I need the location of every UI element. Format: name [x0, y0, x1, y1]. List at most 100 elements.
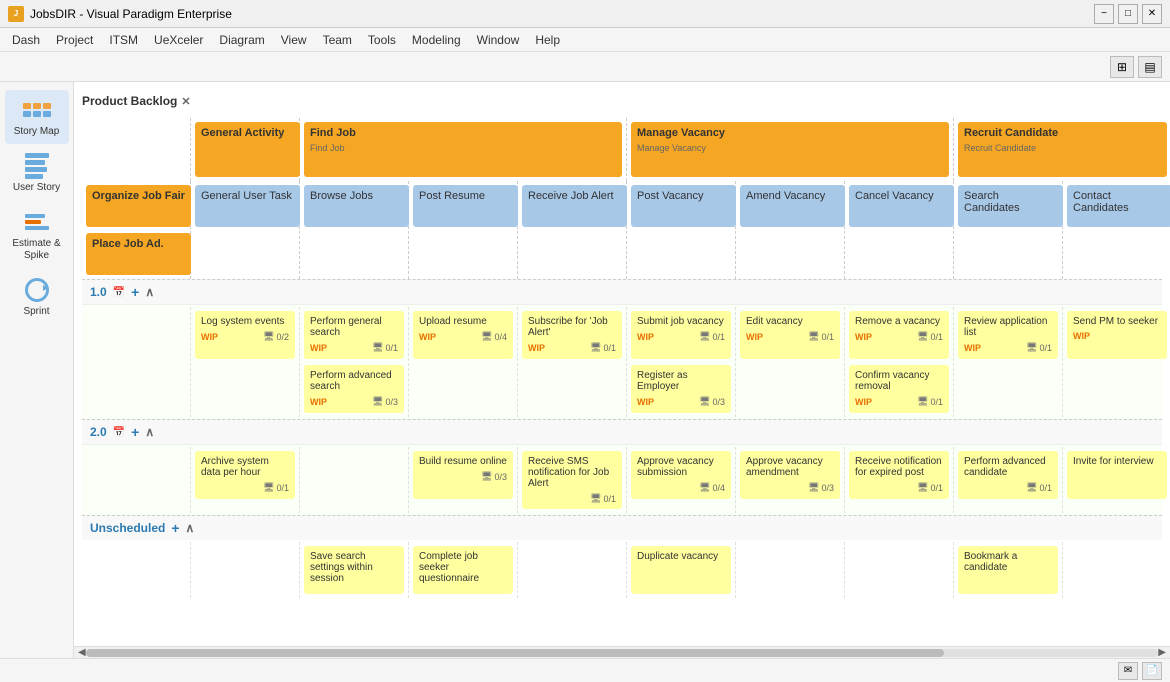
- sprint-1-add-btn[interactable]: +: [131, 284, 139, 300]
- epic-general-activity[interactable]: General Activity: [195, 122, 300, 177]
- menu-window[interactable]: Window: [469, 31, 528, 49]
- epic-place-job-ad[interactable]: Place Job Ad.: [86, 233, 191, 275]
- close-button[interactable]: ✕: [1142, 4, 1162, 24]
- scroll-track[interactable]: [86, 649, 1159, 657]
- sprint-1-label: 1.0: [90, 285, 107, 299]
- toolbar-panel-btn[interactable]: ▤: [1138, 56, 1162, 78]
- menu-tools[interactable]: Tools: [360, 31, 404, 49]
- minimize-button[interactable]: −: [1094, 4, 1114, 24]
- statusbar-doc-btn[interactable]: 📄: [1142, 662, 1162, 680]
- horizontal-scrollbar[interactable]: ◀ ▶: [74, 646, 1170, 658]
- backlog-close-btn[interactable]: ✕: [181, 95, 190, 108]
- menu-project[interactable]: Project: [48, 31, 101, 49]
- story-perform-general-search[interactable]: Perform general search WIP 🖥0/1: [304, 311, 404, 359]
- sprint-2-add-btn[interactable]: +: [131, 424, 139, 440]
- story-confirm-vacancy-removal[interactable]: Confirm vacancy removal WIP 🖥0/1: [849, 365, 949, 413]
- feature-contact-candidates[interactable]: Contact Candidates: [1067, 185, 1170, 227]
- sprint-1-stories: Log system events WIP 🖥 0/2: [82, 305, 1162, 419]
- sidebar-label-user-story: User Story: [13, 182, 60, 194]
- epic-recruit-candidate[interactable]: Recruit Candidate Recruit Candidate: [958, 122, 1167, 177]
- scroll-right-btn[interactable]: ▶: [1158, 647, 1166, 658]
- sprint-1-collapse-btn[interactable]: ∧: [145, 285, 154, 299]
- story-perform-advanced-search[interactable]: Perform advanced search WIP 🖥0/3: [304, 365, 404, 413]
- unscheduled-collapse-btn[interactable]: ∧: [186, 521, 195, 535]
- unscheduled-col-3: Complete job seeker questionnaire: [409, 542, 518, 598]
- scroll-thumb[interactable]: [86, 649, 944, 657]
- menu-uexceler[interactable]: UeXceler: [146, 31, 211, 49]
- unscheduled-col-1: [191, 542, 300, 598]
- feature-browse-jobs[interactable]: Browse Jobs: [304, 185, 409, 227]
- story-receive-sms-notification[interactable]: Receive SMS notification for Job Alert 🖥…: [522, 451, 622, 509]
- sprint-1-col-5: Submit job vacancy WIP 🖥0/1 Register as …: [627, 307, 736, 417]
- sprint-2-label: 2.0: [90, 425, 107, 439]
- sprint-2-col-7: Receive notification for expired post 🖥0…: [845, 447, 954, 513]
- epic-row: General Activity Find Job Find Job Manag: [82, 118, 1162, 181]
- sidebar-item-story-map[interactable]: Story Map: [5, 90, 69, 144]
- feature-post-resume[interactable]: Post Resume: [413, 185, 518, 227]
- feature-cancel-vacancy[interactable]: Cancel Vacancy: [849, 185, 954, 227]
- sprint-1-col-8: Review application list WIP 🖥0/1: [954, 307, 1063, 417]
- story-perform-advanced-candidate[interactable]: Perform advanced candidate 🖥0/1: [958, 451, 1058, 499]
- calendar-icon-2: 📅: [113, 427, 125, 438]
- feature-general-user-task[interactable]: General User Task: [195, 185, 300, 227]
- story-save-search-settings[interactable]: Save search settings within session: [304, 546, 404, 594]
- storymap-container[interactable]: Product Backlog ✕ General Activity: [74, 82, 1170, 646]
- story-bookmark-candidate[interactable]: Bookmark a candidate: [958, 546, 1058, 594]
- menu-dash[interactable]: Dash: [4, 31, 48, 49]
- sprint-1-header: 1.0 📅 + ∧: [82, 279, 1162, 305]
- story-edit-vacancy[interactable]: Edit vacancy WIP 🖥0/1: [740, 311, 840, 359]
- epic-find-job[interactable]: Find Job Find Job: [304, 122, 622, 177]
- feature-amend-vacancy[interactable]: Amend Vacancy: [740, 185, 845, 227]
- sidebar-label-sprint: Sprint: [23, 306, 49, 318]
- menu-help[interactable]: Help: [527, 31, 568, 49]
- sprint-2-col-2: [300, 447, 409, 513]
- menu-view[interactable]: View: [273, 31, 315, 49]
- story-register-as-employer[interactable]: Register as Employer WIP 🖥0/3: [631, 365, 731, 413]
- titlebar: J JobsDIR - Visual Paradigm Enterprise −…: [0, 0, 1170, 28]
- sprint-2-col-5: Approve vacancy submission 🖥0/4: [627, 447, 736, 513]
- story-approve-vacancy-amendment[interactable]: Approve vacancy amendment 🖥0/3: [740, 451, 840, 499]
- feature-search-candidates[interactable]: Search Candidates: [958, 185, 1063, 227]
- story-duplicate-vacancy[interactable]: Duplicate vacancy: [631, 546, 731, 594]
- content-area: Product Backlog ✕ General Activity: [74, 82, 1170, 658]
- app-icon: J: [8, 6, 24, 22]
- sprint-2-collapse-btn[interactable]: ∧: [145, 425, 154, 439]
- story-review-application-list[interactable]: Review application list WIP 🖥0/1: [958, 311, 1058, 359]
- menu-modeling[interactable]: Modeling: [404, 31, 469, 49]
- sidebar-item-user-story[interactable]: User Story: [5, 146, 69, 200]
- story-log-system-events[interactable]: Log system events WIP 🖥 0/2: [195, 311, 295, 359]
- sprint-1-col-9: Send PM to seeker WIP: [1063, 307, 1170, 417]
- toolbar-grid-btn[interactable]: ⊞: [1110, 56, 1134, 78]
- story-subscribe-job-alert[interactable]: Subscribe for 'Job Alert' WIP 🖥0/1: [522, 311, 622, 359]
- story-invite-for-interview[interactable]: Invite for interview: [1067, 451, 1167, 499]
- unscheduled-col-4: [518, 542, 627, 598]
- statusbar-email-btn[interactable]: ✉: [1118, 662, 1138, 680]
- sprint-1-col-3: Upload resume WIP 🖥0/4: [409, 307, 518, 417]
- feature-post-vacancy[interactable]: Post Vacancy: [631, 185, 736, 227]
- story-complete-job-seeker-questionnaire[interactable]: Complete job seeker questionnaire: [413, 546, 513, 594]
- story-submit-job-vacancy[interactable]: Submit job vacancy WIP 🖥0/1: [631, 311, 731, 359]
- menu-diagram[interactable]: Diagram: [211, 31, 272, 49]
- scroll-left-btn[interactable]: ◀: [78, 647, 86, 658]
- story-send-pm-to-seeker[interactable]: Send PM to seeker WIP: [1067, 311, 1167, 359]
- maximize-button[interactable]: □: [1118, 4, 1138, 24]
- sprint-1-col-0: [82, 307, 191, 417]
- story-remove-vacancy[interactable]: Remove a vacancy WIP 🖥0/1: [849, 311, 949, 359]
- unscheduled-col-8: Bookmark a candidate: [954, 542, 1063, 598]
- story-build-resume-online[interactable]: Build resume online 🖥0/3: [413, 451, 513, 499]
- feature-receive-job-alert[interactable]: Receive Job Alert: [522, 185, 627, 227]
- epic-manage-vacancy[interactable]: Manage Vacancy Manage Vacancy: [631, 122, 949, 177]
- epic-organize-job-fair[interactable]: Organize Job Fair: [86, 185, 191, 227]
- sidebar-item-estimate[interactable]: Estimate & Spike: [5, 202, 69, 268]
- story-archive-system-data[interactable]: Archive system data per hour 🖥0/1: [195, 451, 295, 499]
- story-approve-vacancy-submission[interactable]: Approve vacancy submission 🖥0/4: [631, 451, 731, 499]
- menu-team[interactable]: Team: [315, 31, 360, 49]
- sidebar-item-sprint[interactable]: Sprint: [5, 270, 69, 324]
- story-receive-notification-expired-post[interactable]: Receive notification for expired post 🖥0…: [849, 451, 949, 499]
- user-story-icon: [21, 152, 53, 180]
- unscheduled-col-5: Duplicate vacancy: [627, 542, 736, 598]
- unscheduled-add-btn[interactable]: +: [171, 520, 179, 536]
- story-upload-resume[interactable]: Upload resume WIP 🖥0/4: [413, 311, 513, 359]
- menu-itsm[interactable]: ITSM: [101, 31, 146, 49]
- estimate-icon: [21, 208, 53, 236]
